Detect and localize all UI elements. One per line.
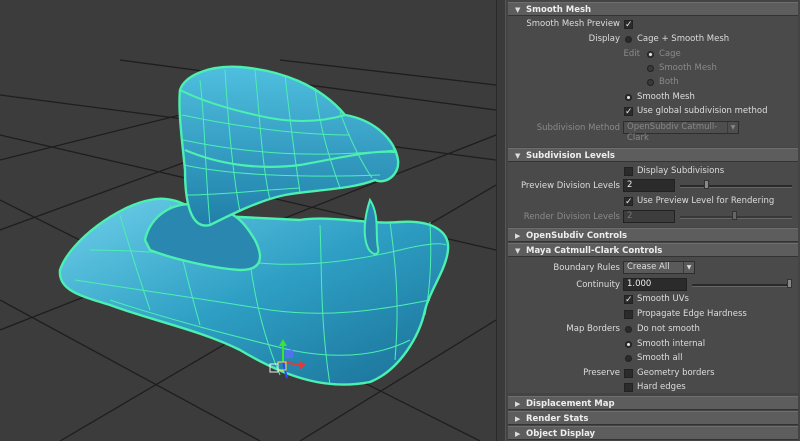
attribute-editor: ▼ Smooth Mesh Smooth Mesh Preview ✓ Disp… [506,0,800,441]
display-cage-smooth-radio[interactable] [625,36,632,43]
expand-arrow-icon: ▶ [515,232,521,240]
map-border-smooth-internal-radio[interactable] [625,341,632,348]
expand-arrow-icon: ▶ [515,400,521,408]
use-global-subdivision-label: Use global subdivision method [637,106,768,116]
boundary-rules-dropdown[interactable]: Crease All ▼ [623,261,695,274]
preview-division-levels-label: Preview Division Levels [520,181,620,191]
preserve-label: Preserve [583,368,620,378]
render-division-levels-field[interactable]: 2 [623,210,675,223]
section-maya-catmull-clark[interactable]: ▼ Maya Catmull-Clark Controls [508,243,798,257]
use-preview-level-label: Use Preview Level for Rendering [637,196,775,206]
display-smooth-mesh-radio[interactable] [625,94,632,101]
map-border-do-not-smooth-radio[interactable] [625,326,632,333]
map-borders-label: Map Borders [566,324,620,334]
smooth-uvs-label: Smooth UVs [637,294,689,304]
map-border-option-0: Do not smooth [637,324,700,334]
use-global-subdivision-checkbox[interactable]: ✓ [624,107,633,117]
edit-option-both: Both [659,77,679,87]
continuity-label: Continuity [576,280,620,290]
smooth-mesh-preview-label: Smooth Mesh Preview [526,19,620,29]
expand-arrow-icon: ▶ [515,430,521,438]
display-subdivisions-checkbox[interactable] [624,167,633,176]
section-title: Maya Catmull-Clark Controls [526,246,663,256]
edit-both-radio[interactable] [647,79,654,86]
render-division-levels-value: 2 [627,211,633,221]
section-opensubdiv-controls[interactable]: ▶ OpenSubdiv Controls [508,228,798,242]
propagate-edge-hardness-checkbox[interactable] [624,310,633,319]
section-subdivision-levels[interactable]: ▼ Subdivision Levels [508,148,798,162]
edit-smooth-mesh-radio[interactable] [647,65,654,72]
continuity-field[interactable]: 1.000 [623,278,687,291]
display-subdivisions-label: Display Subdivisions [637,166,725,176]
preview-division-levels-slider[interactable] [680,185,792,188]
viewport-scene [0,59,496,441]
preview-division-levels-field[interactable]: 2 [623,179,675,192]
edit-option-smooth-mesh: Smooth Mesh [659,63,717,73]
mesh-object [58,65,450,386]
render-division-levels-label: Render Division Levels [523,212,620,222]
slider-thumb[interactable] [787,279,792,288]
section-title: OpenSubdiv Controls [526,231,628,241]
boundary-rules-label: Boundary Rules [553,263,620,273]
map-border-smooth-all-radio[interactable] [625,355,632,362]
geometry-borders-checkbox[interactable] [624,369,633,378]
section-smooth-mesh[interactable]: ▼ Smooth Mesh [508,2,798,16]
expand-arrow-icon: ▶ [515,415,521,423]
edit-label: Edit [623,49,640,59]
viewport-3d[interactable] [0,0,496,441]
display-option-label: Cage + Smooth Mesh [637,34,730,44]
chevron-down-icon: ▼ [683,262,694,273]
collapse-arrow-icon: ▼ [515,152,521,160]
section-object-display[interactable]: ▶ Object Display [508,426,798,440]
chevron-down-icon: ▼ [727,122,738,133]
hard-edges-label: Hard edges [637,382,686,392]
display-smooth-mesh-label: Smooth Mesh [637,92,695,102]
subdivision-method-label: Subdivision Method [536,123,620,133]
geometry-borders-label: Geometry borders [637,368,715,378]
section-title: Subdivision Levels [526,151,615,161]
section-title: Displacement Map [526,399,615,409]
continuity-slider[interactable] [692,284,792,287]
section-title: Object Display [526,429,596,439]
map-border-option-2: Smooth all [637,353,683,363]
map-border-option-1: Smooth internal [637,339,706,349]
slider-thumb[interactable] [704,180,709,189]
section-title: Smooth Mesh [526,5,592,15]
display-label: Display [588,34,620,44]
section-title: Render Stats [526,414,589,424]
continuity-value: 1.000 [627,279,652,289]
hard-edges-checkbox[interactable] [624,383,633,392]
subdivision-method-dropdown[interactable]: OpenSubdiv Catmull-Clark ▼ [623,121,739,143]
boundary-rules-value: Crease All [627,262,670,272]
slider-thumb[interactable] [732,211,737,220]
preview-division-levels-value: 2 [627,180,633,190]
section-render-stats[interactable]: ▶ Render Stats [508,411,798,425]
edit-cage-radio[interactable] [647,51,654,58]
smooth-uvs-checkbox[interactable]: ✓ [624,295,633,305]
edit-option-cage: Cage [659,49,681,59]
collapse-arrow-icon: ▼ [515,247,521,255]
section-displacement-map[interactable]: ▶ Displacement Map [508,396,798,410]
collapse-arrow-icon: ▼ [515,6,521,14]
smooth-mesh-preview-checkbox[interactable]: ✓ [624,20,633,30]
panel-splitter[interactable] [496,0,506,441]
propagate-edge-hardness-label: Propagate Edge Hardness [637,309,747,319]
use-preview-level-checkbox[interactable]: ✓ [624,197,633,207]
